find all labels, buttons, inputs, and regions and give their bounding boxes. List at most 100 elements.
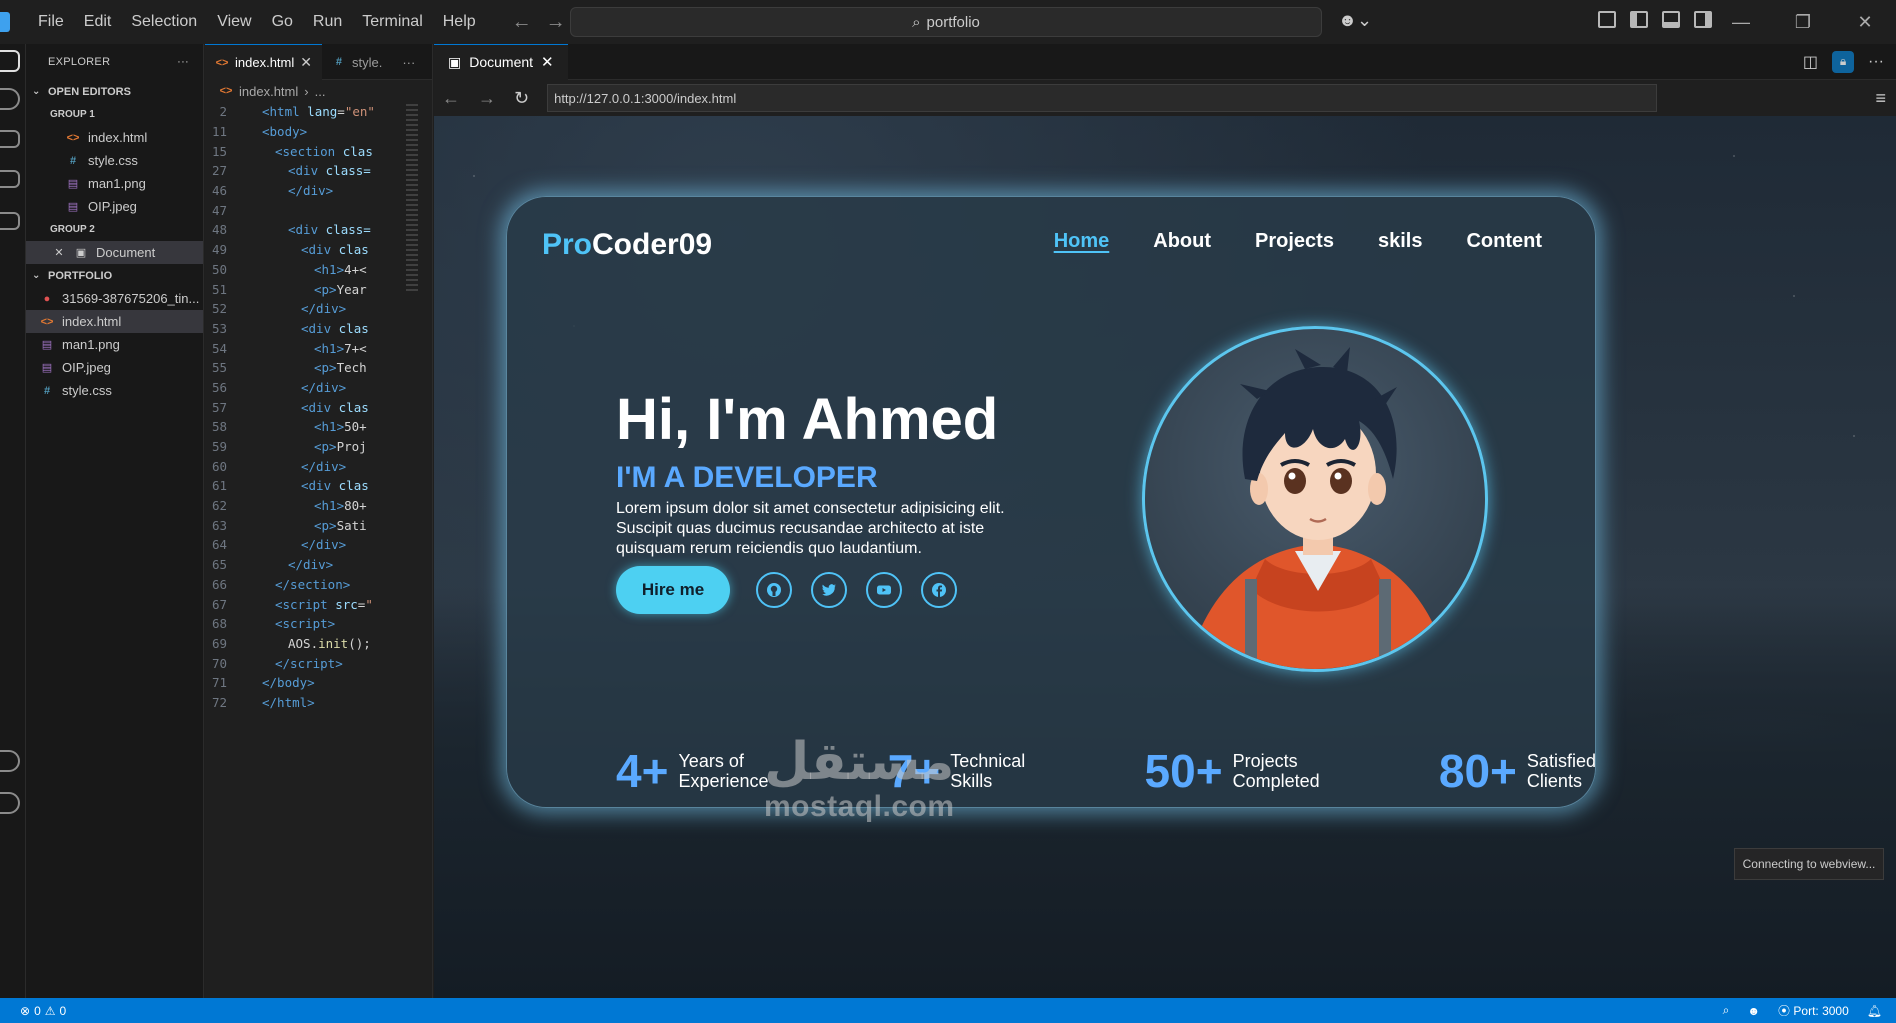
code-line[interactable]: 11 <body> [205,122,432,142]
explorer-icon[interactable] [0,50,20,72]
code-line[interactable]: 71 </body> [205,673,432,693]
back-arrow-icon[interactable]: ← [512,11,532,34]
code-line[interactable]: 72 </html> [205,693,432,713]
copilot-icon[interactable]: ☻⌄ [1338,10,1372,31]
code-line[interactable]: 48 <div class= [205,220,432,240]
nav-about[interactable]: About [1153,230,1211,253]
nav-content[interactable]: Content [1466,230,1542,253]
toggle-panel-icon[interactable] [1662,11,1680,28]
group2-header[interactable]: GROUP 2 [26,218,203,241]
command-center-search[interactable]: ⌕ portfolio [570,7,1322,37]
code-line[interactable]: 66 </section> [205,575,432,595]
extensions-icon[interactable] [0,212,20,230]
nav-skills[interactable]: skils [1378,230,1422,253]
code-line[interactable]: 51 <p>Year [205,279,432,299]
code-line[interactable]: 57 <div clas [205,397,432,417]
close-window-icon[interactable]: ✕ [1834,0,1896,44]
minimize-icon[interactable]: — [1710,0,1772,44]
hire-me-button[interactable]: Hire me [616,566,730,614]
code-line[interactable]: 46 </div> [205,181,432,201]
code-line[interactable]: 58 <h1>50+ [205,417,432,437]
portfolio-folder-header[interactable]: ⌄ PORTFOLIO [26,264,203,287]
file-item[interactable]: ● 31569-387675206_tin... [26,287,203,310]
site-logo[interactable]: ProCoder09 [542,228,712,262]
zoom-icon[interactable]: ⌕ [1723,1003,1730,1018]
menu-icon[interactable]: ≡ [1875,88,1886,109]
source-control-icon[interactable] [0,130,20,148]
code-line[interactable]: 56 </div> [205,378,432,398]
forward-arrow-icon[interactable]: → [478,88,496,109]
code-line[interactable]: 2 <html lang="en" [205,102,432,122]
youtube-icon[interactable] [866,572,902,608]
manage-gear-icon[interactable] [0,792,20,814]
code-line[interactable]: 49 <div clas [205,240,432,260]
code-line[interactable]: 47 [205,200,432,220]
code-area[interactable]: 2 <html lang="en" 11 <body> 15 <section clas 2… [205,102,432,712]
restore-icon[interactable]: ❐ [1772,0,1834,44]
code-line[interactable]: 65 </div> [205,555,432,575]
file-item[interactable]: <> index.html [26,310,203,333]
open-editor-item[interactable]: # style.css [26,149,203,172]
more-actions-icon[interactable]: ··· [392,44,425,80]
lock-icon[interactable]: 🔒︎ [1832,50,1855,73]
close-icon[interactable]: ✕ [52,246,66,259]
reload-icon[interactable]: ↻ [514,88,529,109]
code-line[interactable]: 67 <script src=" [205,594,432,614]
tab-document[interactable]: ▣ Document ✕ [434,43,568,80]
more-actions-icon[interactable]: ··· [177,56,189,68]
menu-help[interactable]: Help [433,0,486,44]
facebook-icon[interactable] [921,572,957,608]
notifications-bell-icon[interactable]: 🔔︎ [1867,1004,1882,1018]
github-icon[interactable] [756,572,792,608]
open-editor-item-document[interactable]: ✕ ▣ Document [26,241,203,264]
close-icon[interactable]: ✕ [541,53,554,71]
tab-style-css[interactable]: # style. [322,44,392,80]
menu-terminal[interactable]: Terminal [352,0,432,44]
close-icon[interactable]: ✕ [300,54,312,71]
nav-home[interactable]: Home [1054,230,1110,253]
code-line[interactable]: 59 <p>Proj [205,437,432,457]
minimap[interactable] [406,104,418,294]
code-line[interactable]: 27 <div class= [205,161,432,181]
back-arrow-icon[interactable]: ← [442,88,460,109]
code-line[interactable]: 54 <h1>7+< [205,338,432,358]
split-editor-icon[interactable]: ◫ [1803,52,1818,72]
accounts-icon[interactable] [0,750,20,772]
forward-arrow-icon[interactable]: → [546,11,566,34]
code-line[interactable]: 70 </script> [205,653,432,673]
code-line[interactable]: 69 AOS.init(); [205,634,432,654]
menu-run[interactable]: Run [303,0,352,44]
code-line[interactable]: 68 <script> [205,614,432,634]
open-editor-item[interactable]: ▤ OIP.jpeg [26,195,203,218]
open-editor-item[interactable]: <> index.html [26,126,203,149]
port-indicator[interactable]: ⦿ Port: 3000 [1778,1002,1849,1019]
customize-layout-icon[interactable] [1598,11,1616,28]
menu-edit[interactable]: Edit [74,0,122,44]
code-line[interactable]: 63 <p>Sati [205,515,432,535]
open-editor-item[interactable]: ▤ man1.png [26,172,203,195]
search-view-icon[interactable] [0,88,20,110]
file-item[interactable]: ▤ OIP.jpeg [26,356,203,379]
code-line[interactable]: 64 </div> [205,535,432,555]
file-item[interactable]: ▤ man1.png [26,333,203,356]
code-line[interactable]: 62 <h1>80+ [205,496,432,516]
code-line[interactable]: 55 <p>Tech [205,358,432,378]
menu-selection[interactable]: Selection [121,0,207,44]
code-line[interactable]: 53 <div clas [205,319,432,339]
code-line[interactable]: 60 </div> [205,456,432,476]
toggle-primary-sidebar-icon[interactable] [1630,11,1648,28]
code-line[interactable]: 61 <div clas [205,476,432,496]
open-editors-header[interactable]: ⌄ OPEN EDITORS [26,80,203,103]
url-input[interactable]: http://127.0.0.1:3000/index.html [547,84,1658,112]
tab-index-html[interactable]: <> index.html ✕ [205,44,322,80]
menu-file[interactable]: File [28,0,74,44]
code-line[interactable]: 52 </div> [205,299,432,319]
twitter-icon[interactable] [811,572,847,608]
copilot-icon[interactable]: ☻ [1747,1004,1760,1018]
more-actions-icon[interactable]: ··· [1868,53,1884,71]
group1-header[interactable]: GROUP 1 [26,103,203,126]
file-item[interactable]: # style.css [26,379,203,402]
code-line[interactable]: 15 <section clas [205,141,432,161]
problems-indicator[interactable]: ⊗ 0 ⚠ 0 [0,1004,66,1018]
breadcrumb-file[interactable]: index.html [239,84,298,99]
